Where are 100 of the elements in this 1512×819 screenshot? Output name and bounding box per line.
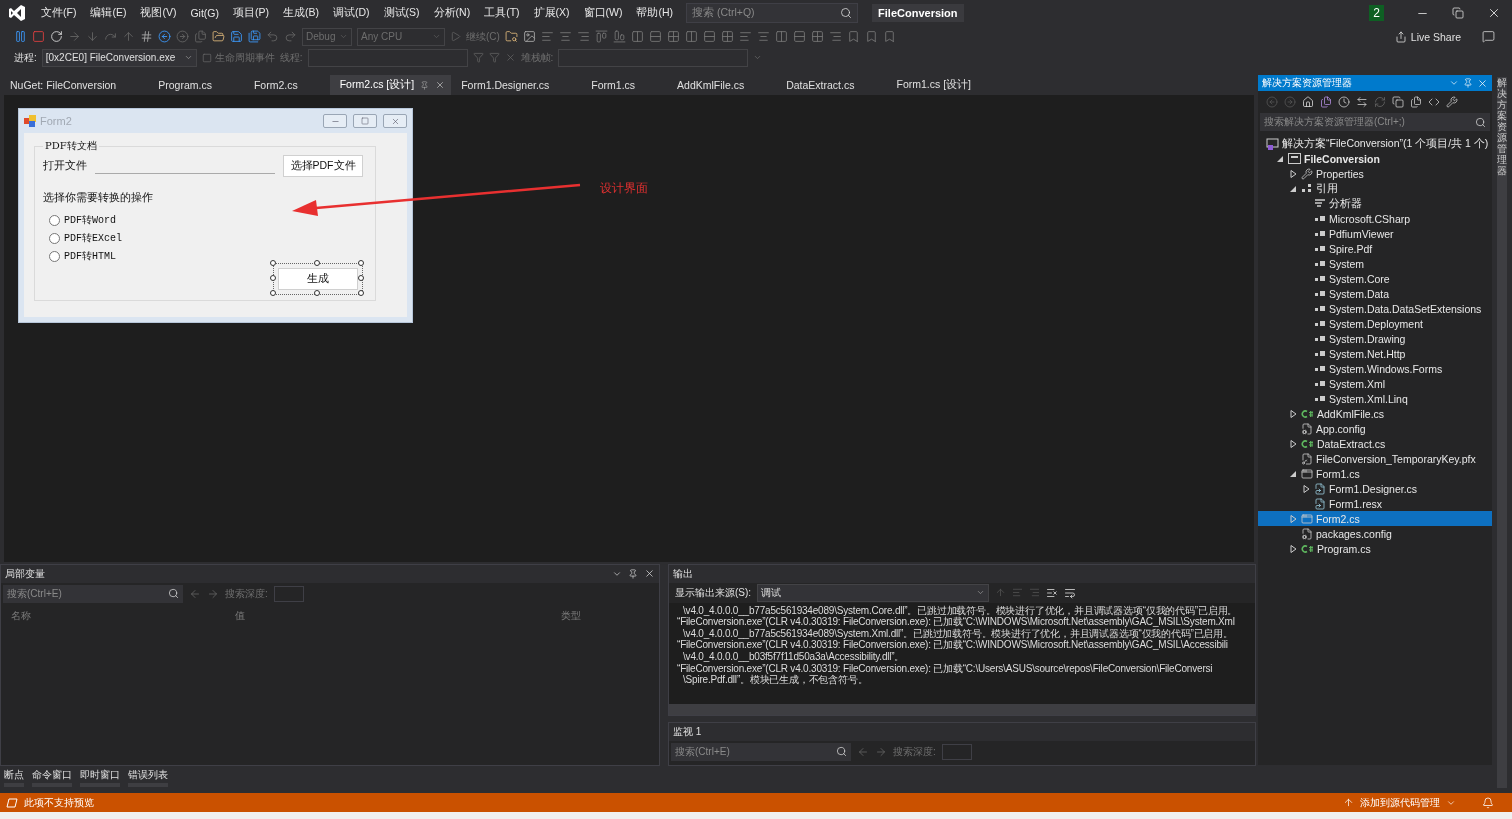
arrow-right-icon[interactable] [207,587,219,600]
tree-item[interactable]: System.Data.DataSetExtensions [1258,301,1492,316]
align-bottom-icon[interactable] [612,30,626,43]
live-share-button[interactable]: Live Share [1388,29,1467,44]
close-icon[interactable] [1487,6,1501,20]
arrow-down-icon[interactable] [86,30,99,43]
sync-icon[interactable] [1356,96,1368,108]
tool-window-tab[interactable]: 命令窗口 [32,767,72,787]
tool-window-tab[interactable]: 断点 [4,767,24,787]
tree-item[interactable]: packages.config [1258,526,1492,541]
tree-item[interactable]: AddKmlFile.cs [1258,406,1492,421]
back-icon[interactable] [1266,96,1278,108]
menu-item[interactable]: 视图(V) [133,6,184,20]
resize-handle[interactable] [270,275,276,281]
menu-item[interactable]: Git(G) [183,7,226,19]
resize-handle[interactable] [314,290,320,296]
home-icon[interactable] [1302,96,1314,108]
side-tab[interactable]: 解决方案资源管理器 [1497,77,1507,788]
files-icon[interactable] [1410,96,1422,108]
tree-item[interactable]: System.Core [1258,271,1492,286]
filter-icon[interactable] [472,52,484,63]
radio-button[interactable] [49,232,60,244]
source-control-button[interactable]: 添加到源代码管理 [1360,795,1440,810]
pause-icon[interactable] [14,30,27,43]
menu-item[interactable]: 编辑(E) [83,6,134,20]
tree-item[interactable]: Microsoft.CSharp [1258,211,1492,226]
caret-icon[interactable] [183,53,193,62]
pin-icon[interactable] [628,568,638,579]
hash-icon[interactable] [140,30,153,43]
pin-icon[interactable] [1463,78,1473,88]
tree-item[interactable]: Program.cs [1258,541,1492,556]
align-right-icon[interactable] [576,30,590,43]
menu-item[interactable]: 分析(N) [426,6,478,20]
menu-item[interactable]: 帮助(H) [629,6,681,20]
tree-item[interactable]: Form1.Designer.cs [1258,481,1492,496]
menu-item[interactable]: 文件(F) [34,6,84,20]
save-all-icon[interactable] [248,30,261,43]
caret-icon[interactable] [1449,78,1459,88]
tree-item[interactable]: Form2.cs [1258,511,1492,526]
restart-icon[interactable] [50,30,63,43]
document-tab[interactable]: Program.cs [148,75,244,95]
tree-item[interactable]: System.Xml.Linq [1258,391,1492,406]
collapsed-arrow-icon[interactable] [1288,408,1298,419]
arrow-up-icon[interactable] [995,587,1007,599]
generate-button[interactable]: 生成 [278,268,358,290]
tree-item[interactable]: 引用 [1258,181,1492,196]
document-tab[interactable]: Form1.Designer.cs [451,75,582,95]
arrow-left-icon[interactable] [857,745,869,758]
image-icon[interactable] [522,30,536,43]
document-tab[interactable]: AddKmlFile.cs [667,75,777,95]
tree-item[interactable]: Form1.resx [1258,496,1492,511]
search-icon[interactable] [168,588,179,600]
document-tab[interactable]: Form1.cs [设计] [886,75,1003,95]
restore-icon[interactable] [1452,7,1464,19]
arrow-up-icon[interactable] [122,30,135,43]
search-field[interactable]: 搜索(Ctrl+E) [3,584,183,603]
menu-item[interactable]: 工具(T) [477,6,527,20]
arrow-right-icon[interactable] [875,745,887,758]
align-right-icon[interactable] [828,30,842,43]
column-header[interactable]: 值 [225,608,543,623]
tree-item[interactable]: System.Data [1258,286,1492,301]
align-center-icon[interactable] [756,30,770,43]
tree-item[interactable]: DataExtract.cs [1258,436,1492,451]
menu-item[interactable]: 调试(D) [326,6,377,20]
collapsed-arrow-icon[interactable] [1288,543,1298,554]
play-icon[interactable] [450,31,461,42]
arrow-right-icon[interactable] [68,30,81,43]
close-button[interactable] [383,114,407,128]
bookmark-icon[interactable] [864,30,878,43]
tree-item[interactable]: 分析器 [1258,196,1492,211]
resize-handle[interactable] [358,260,364,266]
columns-icon[interactable] [684,30,698,43]
radio-option[interactable]: PDF转HTML [49,249,367,263]
resize-handle[interactable] [314,260,320,266]
search-depth-dropdown[interactable] [941,743,972,760]
pin-icon[interactable] [420,80,430,90]
forward-icon[interactable] [176,30,189,43]
document-tab[interactable]: DataExtract.cs [776,75,887,95]
document-tab[interactable]: NuGet: FileConversion [0,75,149,95]
radio-option[interactable]: PDF转Word [49,213,367,227]
search-icon[interactable] [840,7,853,19]
align-left-icon[interactable] [1012,587,1024,599]
search-field[interactable]: 搜索 (Ctrl+Q) [686,3,859,23]
align-top-icon[interactable] [594,30,608,43]
forward-icon[interactable] [1284,96,1296,108]
grid-icon[interactable] [720,30,734,43]
resize-handle[interactable] [270,260,276,266]
document-tab[interactable]: Form2.cs [243,75,330,95]
rows-icon[interactable] [648,30,662,43]
maximize-button[interactable] [353,114,377,128]
close-icon[interactable] [435,80,446,90]
tree-item[interactable]: System.Xml [1258,376,1492,391]
menu-item[interactable]: 生成(B) [276,6,326,20]
tree-item[interactable]: Spire.Pdf [1258,241,1492,256]
search-icon[interactable] [1475,116,1486,128]
close-icon[interactable] [644,568,655,580]
grid-icon[interactable] [666,30,680,43]
align-right-icon[interactable] [1029,587,1041,599]
tree-item[interactable]: System.Net.Http [1258,346,1492,361]
search-field[interactable]: 搜索解决方案资源管理器(Ctrl+;) [1260,113,1490,131]
